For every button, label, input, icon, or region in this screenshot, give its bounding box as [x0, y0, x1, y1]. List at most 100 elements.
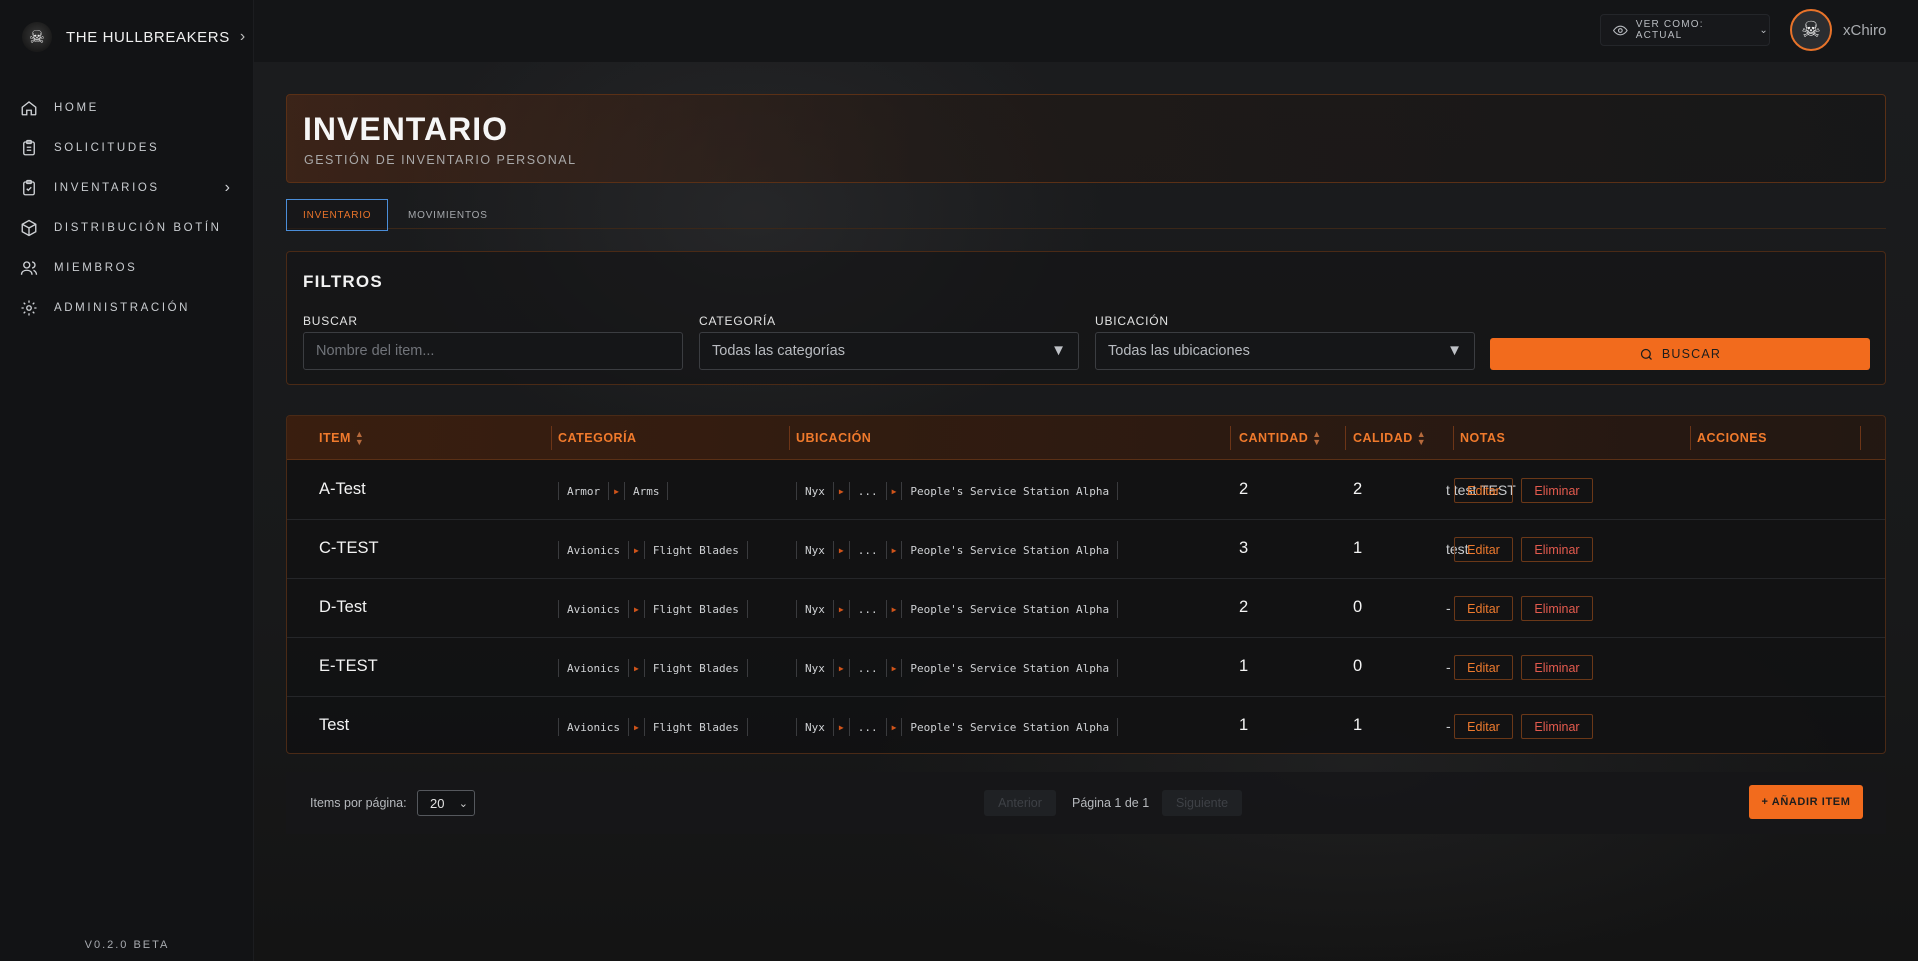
item-name: Test [319, 716, 350, 734]
delete-button[interactable]: Eliminar [1521, 537, 1593, 562]
crumb: Nyx [796, 600, 834, 618]
delete-button[interactable]: Eliminar [1521, 596, 1593, 621]
location-breadcrumb: Nyx ▶ ... ▶ People's Service Station Alp… [796, 659, 1119, 677]
triangle-right-icon: ▶ [891, 604, 897, 614]
delete-button[interactable]: Eliminar [1521, 478, 1593, 503]
tab-inventario[interactable]: INVENTARIO [286, 199, 389, 231]
home-icon [21, 101, 37, 116]
sidebar-item-label: SOLICITUDES [54, 142, 160, 154]
sidebar-item-label: HOME [54, 102, 99, 114]
page-subtitle: GESTIÓN DE INVENTARIO PERSONAL [304, 153, 577, 167]
column-divider [789, 426, 790, 450]
sidebar-item-label: MIEMBROS [54, 262, 138, 274]
caret-down-icon: ▼ [1447, 342, 1462, 359]
edit-button[interactable]: Editar [1454, 478, 1513, 503]
search-input[interactable] [303, 332, 683, 370]
per-page-select[interactable]: 20 ⌄ [417, 790, 475, 816]
brand-name: THE HULLBREAKERS [66, 28, 230, 46]
column-label: CANTIDAD [1239, 431, 1309, 445]
category-breadcrumb: Avionics ▶ Flight Blades [558, 659, 748, 677]
crumb: Flight Blades [643, 600, 748, 618]
quantity-value: 1 [1239, 716, 1249, 734]
triangle-right-icon: ▶ [614, 486, 619, 496]
column-divider [1345, 426, 1346, 450]
crumb: ... [848, 541, 887, 559]
sidebar-item-miembros[interactable]: MIEMBROS [0, 248, 254, 288]
triangle-right-icon: ▶ [838, 486, 844, 496]
edit-button[interactable]: Editar [1454, 596, 1513, 621]
crumb: Flight Blades [643, 718, 748, 736]
username: xChiro [1843, 22, 1887, 39]
next-page-button[interactable]: Siguiente [1162, 790, 1242, 816]
sidebar-item-administracion[interactable]: ADMINISTRACIÓN [0, 288, 254, 328]
table-row: D-Test Avionics ▶ Flight Blades Nyx ▶ ..… [287, 579, 1885, 638]
column-label: UBICACIÓN [796, 431, 872, 445]
crumb: ... [848, 718, 887, 736]
location-select-value: Todas las ubicaciones [1108, 343, 1250, 359]
tabs: INVENTARIO MOVIMIENTOS [286, 199, 1886, 231]
triangle-right-icon: ▶ [838, 722, 844, 732]
crumb: Nyx [796, 659, 834, 677]
location-label: UBICACIÓN [1095, 314, 1169, 328]
crumb: Nyx [796, 541, 834, 559]
sidebar-item-distribucion-botin[interactable]: DISTRIBUCIÓN BOTÍN [0, 208, 254, 248]
sort-icon: ▲ ▼ [1312, 429, 1322, 447]
search-button[interactable]: BUSCAR [1490, 338, 1870, 370]
column-divider [1453, 426, 1454, 450]
item-name: E-TEST [319, 657, 378, 675]
table-row: A-Test Armor ▶ Arms Nyx ▶ ... ▶ People's… [287, 461, 1885, 520]
sidebar-item-inventarios[interactable]: INVENTARIOS › [0, 168, 254, 208]
sidebar-item-home[interactable]: HOME [0, 88, 254, 128]
edit-button[interactable]: Editar [1454, 655, 1513, 680]
triangle-right-icon: ▶ [633, 663, 639, 673]
category-breadcrumb: Avionics ▶ Flight Blades [558, 600, 748, 618]
notes-value: - [1446, 659, 1451, 675]
crumb: Flight Blades [643, 659, 748, 677]
edit-button[interactable]: Editar [1454, 537, 1513, 562]
search-icon [1640, 348, 1652, 360]
crumb: Nyx [796, 482, 834, 500]
column-label: CALIDAD [1353, 431, 1413, 445]
location-select[interactable]: Todas las ubicaciones ▼ [1095, 332, 1475, 370]
column-header-calidad[interactable]: CALIDAD ▲ ▼ [1353, 416, 1426, 460]
view-as-label: VER COMO: ACTUAL [1635, 19, 1704, 41]
delete-button[interactable]: Eliminar [1521, 655, 1593, 680]
edit-button[interactable]: Editar [1454, 714, 1513, 739]
triangle-right-icon: ▶ [633, 604, 639, 614]
quality-value: 1 [1353, 539, 1363, 557]
search-label: BUSCAR [303, 314, 358, 328]
category-breadcrumb: Avionics ▶ Flight Blades [558, 718, 748, 736]
crumb: Avionics [558, 541, 629, 559]
chevron-down-icon: ⌄ [1759, 24, 1769, 36]
prev-page-button[interactable]: Anterior [984, 790, 1056, 816]
sort-icon: ▲ ▼ [354, 429, 365, 447]
eye-icon [1613, 25, 1628, 35]
triangle-right-icon: ▶ [891, 486, 897, 496]
add-item-button[interactable]: + AÑADIR ITEM [1749, 785, 1863, 819]
column-header-notas: NOTAS [1460, 416, 1505, 460]
brand-switcher[interactable]: ☠ THE HULLBREAKERS › [0, 0, 254, 74]
crumb: People's Service Station Alpha [901, 718, 1119, 736]
filters-title: FILTROS [303, 272, 383, 291]
tab-movimientos[interactable]: MOVIMIENTOS [392, 199, 504, 231]
sidebar: ☠ THE HULLBREAKERS › HOME SOLICITUDES IN… [0, 0, 254, 961]
column-label: ACCIONES [1697, 431, 1767, 445]
category-select[interactable]: Todas las categorías ▼ [699, 332, 1079, 370]
pagination-bar: Items por página: 20 ⌄ Anterior Página 1… [286, 772, 1886, 834]
sidebar-item-solicitudes[interactable]: SOLICITUDES [0, 128, 254, 168]
app-version: V0.2.0 BETA [84, 939, 170, 951]
avatar[interactable]: ☠ [1790, 9, 1832, 51]
delete-button[interactable]: Eliminar [1521, 714, 1593, 739]
quantity-value: 2 [1239, 598, 1249, 616]
sidebar-item-label: INVENTARIOS [54, 182, 160, 194]
table-header: ITEM ▲ ▼ CATEGORÍA UBICACIÓN CANTIDAD ▲ ▼ … [287, 416, 1885, 460]
crumb: Flight Blades [643, 541, 748, 559]
column-header-cantidad[interactable]: CANTIDAD ▲ ▼ [1239, 416, 1322, 460]
view-as-dropdown[interactable]: VER COMO: ACTUAL ⌄ [1600, 14, 1770, 46]
column-header-item[interactable]: ITEM ▲ ▼ [319, 416, 364, 460]
crumb: Avionics [558, 718, 629, 736]
column-label: ITEM [319, 431, 351, 445]
sidebar-item-label: ADMINISTRACIÓN [54, 302, 191, 314]
column-header-categoria: CATEGORÍA [558, 416, 637, 460]
location-breadcrumb: Nyx ▶ ... ▶ People's Service Station Alp… [796, 541, 1119, 559]
